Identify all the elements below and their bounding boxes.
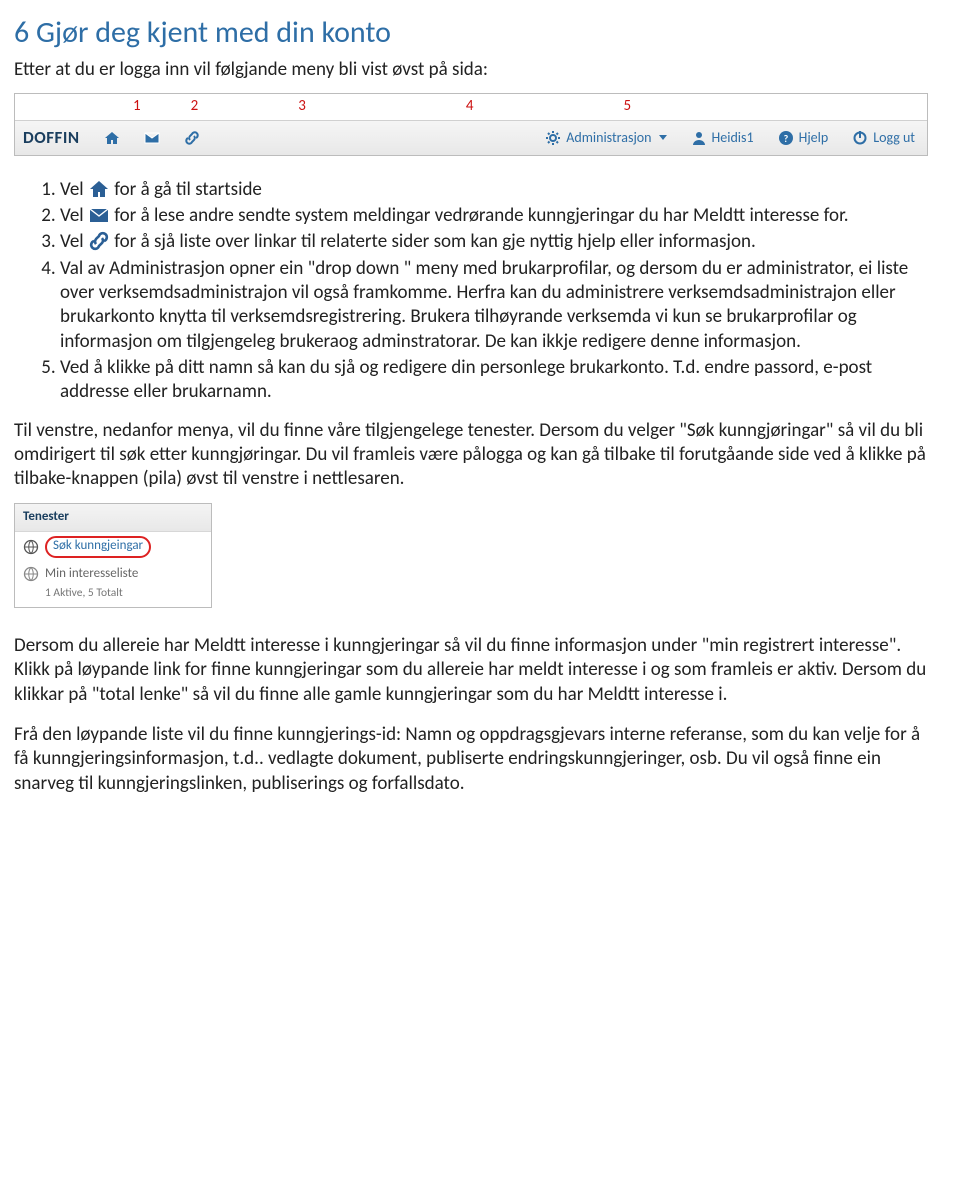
power-icon: [852, 130, 868, 146]
panel-title: Tenester: [15, 504, 211, 532]
logout-label: Logg ut: [873, 129, 915, 147]
step-2-post: for å lese andre sendte system meldingar…: [114, 204, 848, 227]
step-3-post: for å sjå liste over linkar til relatert…: [114, 230, 756, 253]
menu-number-5: 5: [623, 97, 631, 116]
steps-list: Vel for å gå til startside Vel for å les…: [14, 178, 928, 405]
admin-menu[interactable]: Administrasjon: [533, 129, 678, 147]
home-button[interactable]: [92, 130, 132, 146]
intro-text: Etter at du er logga inn vil følgjande m…: [14, 58, 928, 82]
links-button[interactable]: [172, 130, 212, 146]
logout-button[interactable]: Logg ut: [840, 129, 927, 147]
panel-interest-row[interactable]: Min interesseliste: [15, 562, 211, 587]
menu-number-1: 1: [133, 97, 141, 116]
menu-number-3: 3: [298, 97, 306, 116]
user-label: Heidis1: [712, 129, 754, 147]
menu-number-4: 4: [466, 97, 474, 116]
panel-interest-count: 1 Aktive, 5 Totalt: [15, 586, 211, 607]
gear-icon: [545, 130, 561, 146]
menubar: DOFFIN Administrasjon: [15, 120, 927, 155]
question-icon: ?: [778, 130, 794, 146]
step-1: Vel for å gå til startside: [60, 178, 928, 202]
menu-number-row: 1 2 3 4 5: [15, 94, 927, 120]
messages-button[interactable]: [132, 130, 172, 146]
envelope-icon: [144, 130, 160, 146]
step-2: Vel for å lese andre sendte system meldi…: [60, 204, 928, 228]
globe-icon: [23, 566, 39, 582]
link-icon: [184, 130, 200, 146]
panel-search-label: Søk kunngjeingar: [45, 536, 151, 558]
home-icon: [88, 179, 110, 199]
menu-number-2: 2: [191, 97, 199, 116]
link-icon: [88, 231, 110, 251]
step-4: Val av Administrasjon opner ein "drop do…: [60, 257, 928, 354]
panel-search-row[interactable]: Søk kunngjeingar: [15, 532, 211, 562]
step-1-pre: Vel: [60, 178, 88, 201]
admin-label: Administrasjon: [566, 129, 651, 147]
globe-icon: [23, 539, 39, 555]
user-icon: [691, 130, 707, 146]
help-button[interactable]: ? Hjelp: [766, 129, 841, 147]
step-3-pre: Vel: [60, 230, 88, 253]
step-3: Vel for å sjå liste over linkar til rela…: [60, 230, 928, 254]
step-1-post: for å gå til startside: [114, 178, 262, 201]
svg-text:?: ?: [783, 132, 788, 145]
help-label: Hjelp: [799, 129, 829, 147]
tenester-panel: Tenester Søk kunngjeingar Min interessel…: [14, 503, 212, 608]
menu-figure: 1 2 3 4 5 DOFFIN Administrasjon: [14, 93, 928, 156]
step-2-pre: Vel: [60, 204, 88, 227]
paragraph-list: Frå den løypande liste vil du finne kunn…: [14, 723, 928, 796]
home-icon: [104, 130, 120, 146]
brand-logo[interactable]: DOFFIN: [15, 127, 92, 149]
paragraph-tenester: Til venstre, nedanfor menya, vil du finn…: [14, 419, 928, 492]
user-menu[interactable]: Heidis1: [679, 129, 766, 147]
chevron-down-icon: [659, 135, 667, 140]
section-heading: 6 Gjør deg kjent med din konto: [14, 14, 928, 52]
envelope-icon: [88, 205, 110, 225]
paragraph-registered: Dersom du allereie har Meldtt interesse …: [14, 634, 928, 707]
step-5: Ved å klikke på ditt namn så kan du sjå …: [60, 356, 928, 405]
panel-interest-label: Min interesseliste: [45, 566, 138, 583]
